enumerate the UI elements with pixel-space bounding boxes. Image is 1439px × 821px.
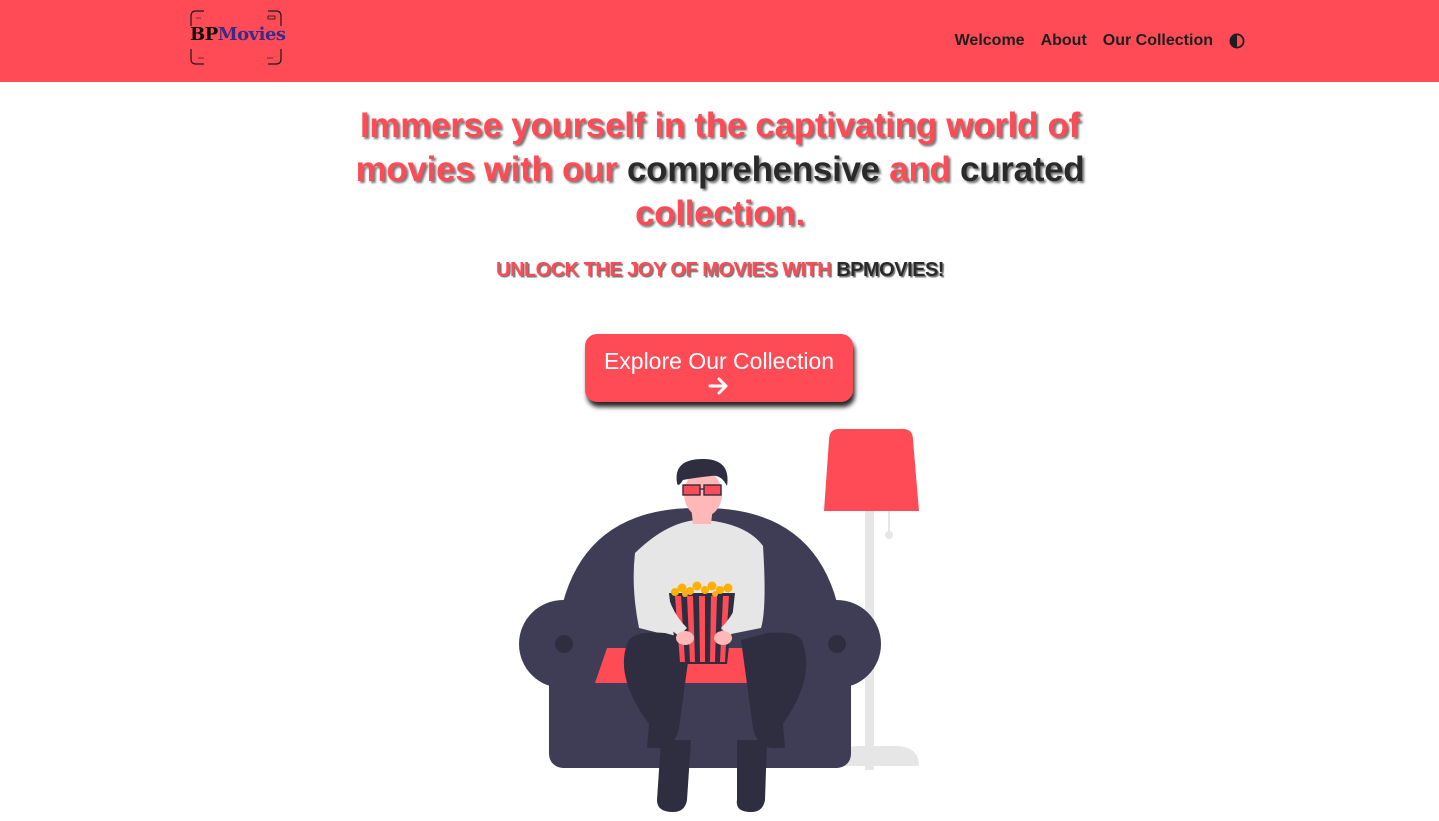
hero-subtitle-part: UNLOCK THE JOY OF MOVIES WITH [496, 259, 837, 281]
nav-our-collection[interactable]: Our Collection [1103, 31, 1213, 51]
hero-subtitle: UNLOCK THE JOY OF MOVIES WITH BPMOVIES! [330, 258, 1110, 282]
arrow-right-icon [708, 377, 728, 394]
theme-toggle-icon[interactable] [1229, 33, 1245, 49]
explore-collection-button[interactable]: Explore Our Collection [585, 334, 853, 402]
brand-logo[interactable]: BPMovies [190, 10, 286, 65]
nav-welcome[interactable]: Welcome [955, 31, 1025, 51]
hero-title-part: collection. [635, 194, 805, 233]
nav-about[interactable]: About [1041, 31, 1087, 51]
movie-watcher-illustration [519, 429, 919, 812]
navbar: BPMovies Welcome About Our Collection [0, 0, 1439, 82]
hero-title-highlight: comprehensive [626, 150, 880, 189]
nav-links: Welcome About Our Collection [939, 31, 1245, 51]
hero-title: Immerse yourself in the captivating worl… [330, 104, 1110, 236]
brand-name: BPMovies [190, 24, 286, 45]
hero-title-part: and [879, 150, 961, 189]
explore-collection-label: Explore Our Collection [603, 347, 835, 374]
hero-title-highlight: curated [960, 150, 1085, 189]
hero-subtitle-brand: BPMOVIES! [836, 259, 944, 281]
